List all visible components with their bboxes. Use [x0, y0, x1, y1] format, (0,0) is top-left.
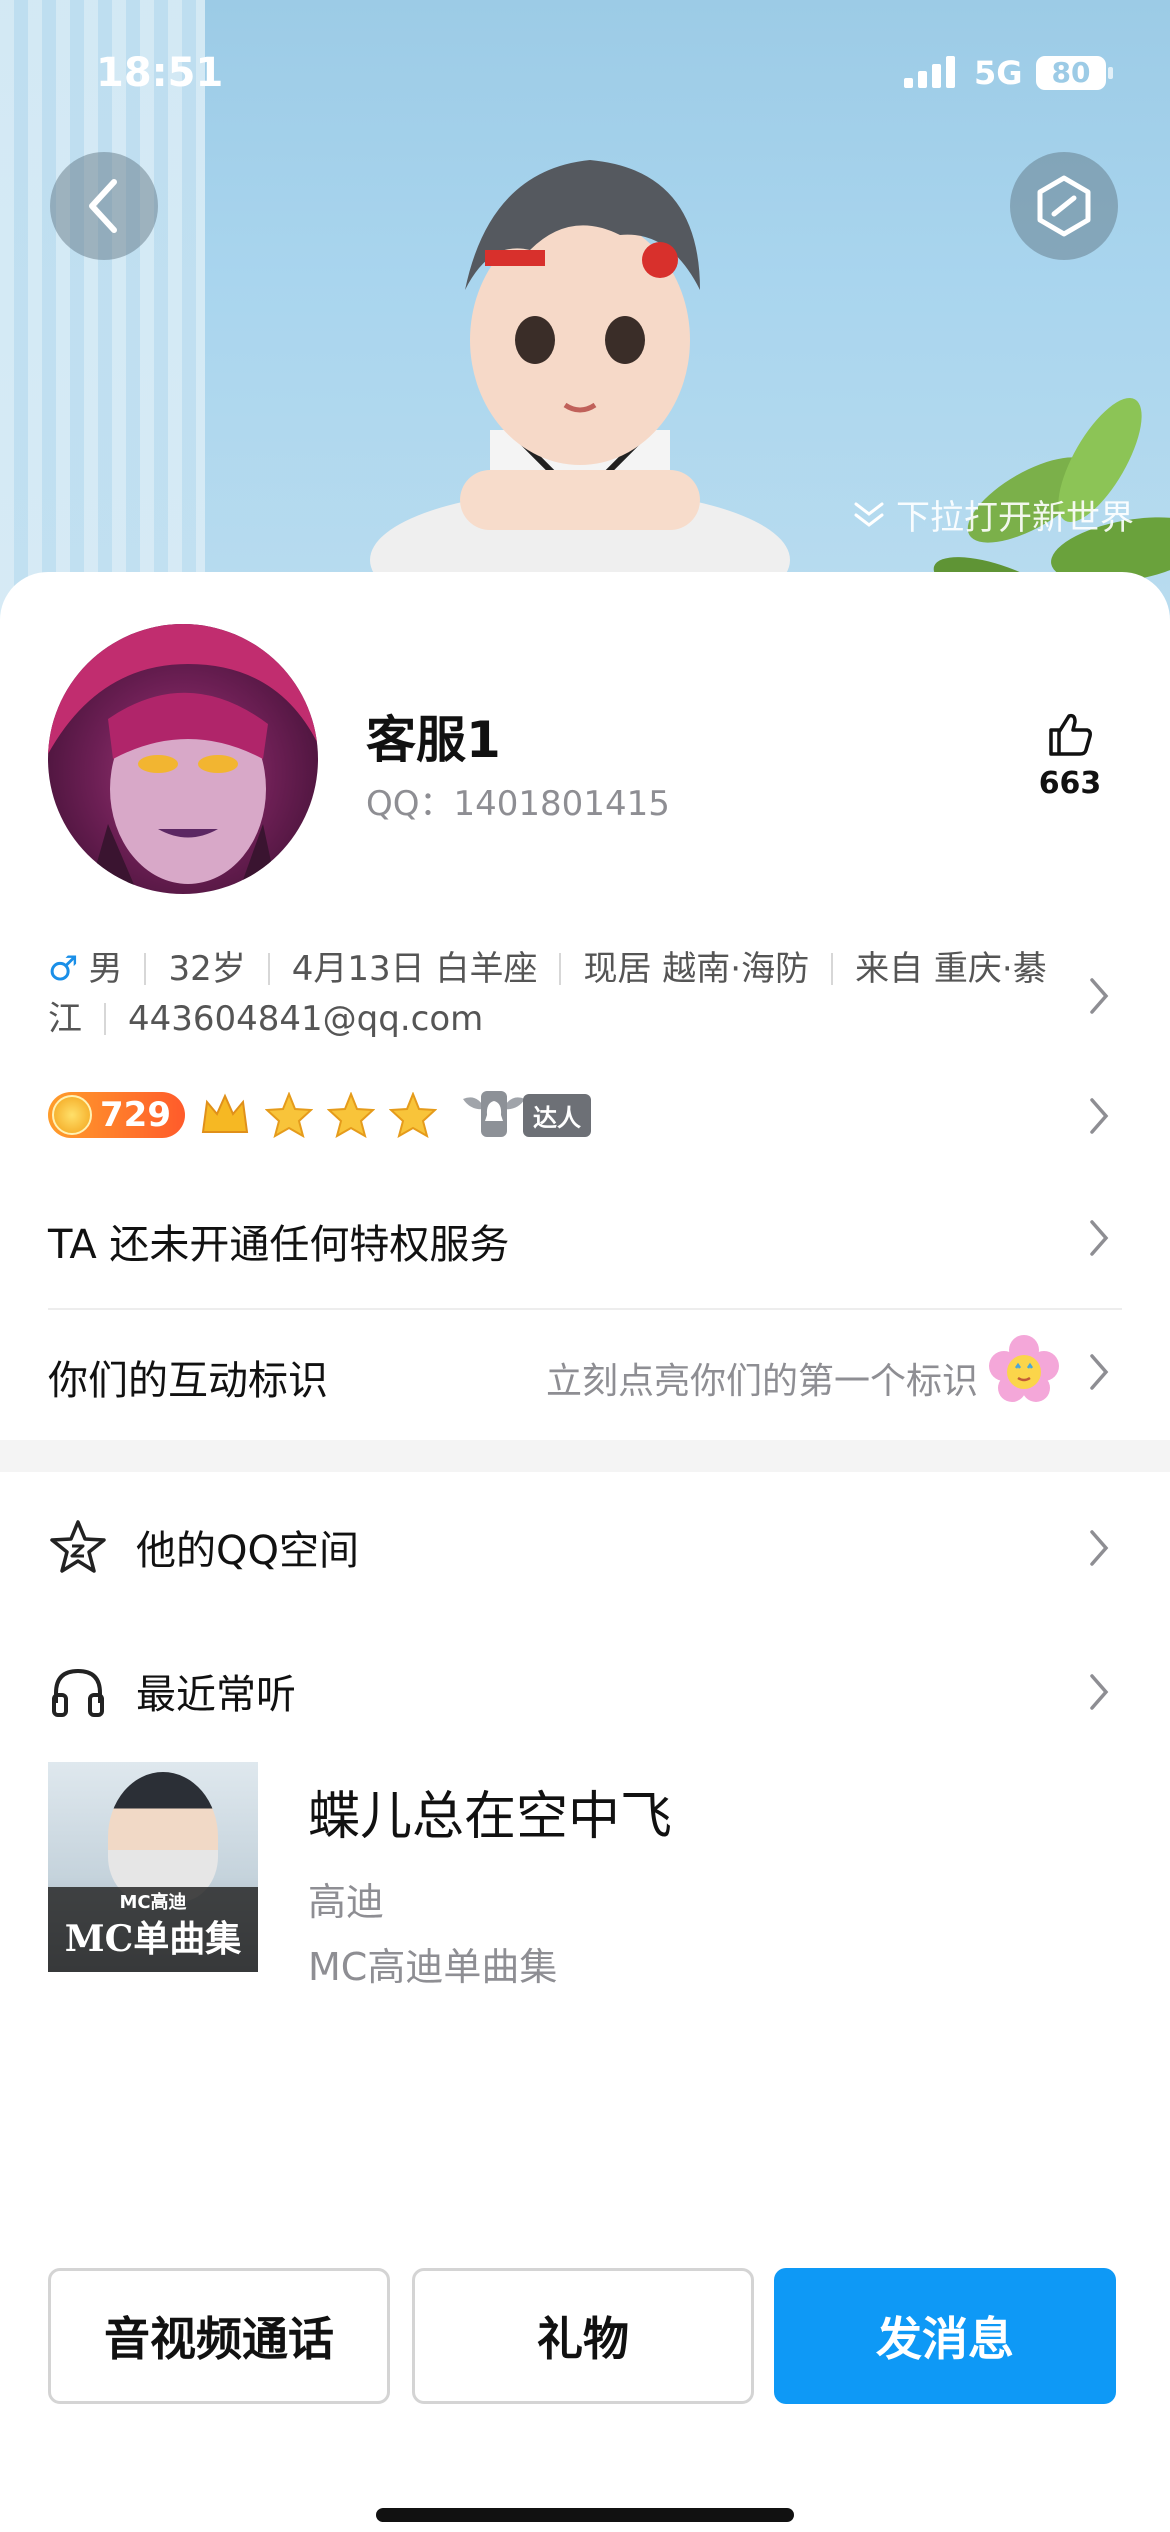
email: 443604841@qq.com	[128, 999, 484, 1039]
chevron-right-icon[interactable]	[1084, 1670, 1114, 1714]
interaction-hint: 立刻点亮你们的第一个标识	[546, 1361, 979, 1402]
album-cover-title-text: MC单曲集	[64, 1918, 242, 1960]
3d-avatar-image	[370, 160, 790, 580]
separator	[559, 953, 562, 985]
battery-tip	[1108, 67, 1113, 79]
song-meta: 蝶儿总在空中飞 高迪 MC高迪单曲集	[308, 1762, 672, 1991]
level-badge: 729	[48, 1092, 185, 1138]
level-value: 729	[100, 1095, 171, 1135]
status-bar: 18:51 5G 80	[0, 40, 1170, 100]
separator	[104, 1003, 106, 1035]
hexagon-icon	[1037, 175, 1091, 237]
chevron-right-icon[interactable]	[1084, 974, 1114, 1018]
status-time: 18:51	[96, 50, 224, 96]
chevron-right-icon[interactable]	[1084, 1216, 1114, 1260]
gift-button[interactable]: 礼物	[412, 2268, 754, 2404]
star-icon	[326, 1092, 375, 1138]
nickname: 客服1	[366, 711, 501, 769]
residence: 现居 越南·海防	[583, 949, 810, 989]
separator	[267, 953, 270, 985]
recent-music-row[interactable]: 最近常听	[48, 1662, 296, 1720]
avatar-illustration	[48, 624, 318, 894]
hexagon-cube-button[interactable]	[1010, 152, 1118, 260]
song-title: 蝶儿总在空中飞	[308, 1787, 673, 1847]
sun-level-icon	[52, 1095, 92, 1135]
profile-card: 客服1 QQ：1401801415 663 ♂ 男 32岁 4月13日 白羊座 现居 越…	[0, 572, 1170, 2532]
double-chevron-down-icon	[854, 502, 884, 527]
home-indicator[interactable]	[376, 2508, 794, 2522]
flower-mascot-icon	[989, 1335, 1059, 1402]
crown-icon	[201, 1093, 249, 1133]
birthday: 4月13日 白羊座	[291, 949, 538, 989]
like-button[interactable]: 663	[1030, 712, 1110, 801]
badge-row[interactable]: 729 达人	[48, 1080, 591, 1150]
recent-music-label: 最近常听	[136, 1672, 296, 1718]
gender: 男	[88, 949, 123, 989]
male-icon: ♂	[48, 949, 79, 989]
daren-label: 达人	[522, 1093, 591, 1137]
album-cover-person	[108, 1772, 218, 1902]
network-type: 5G	[974, 54, 1023, 92]
album-cover: MC高迪 MC单曲集	[48, 1762, 258, 1972]
privilege-status[interactable]: TA 还未开通任何特权服务	[48, 1212, 509, 1270]
star-outline-icon	[50, 1520, 106, 1573]
song-item[interactable]: MC高迪 MC单曲集 蝶儿总在空中飞 高迪 MC高迪单曲集	[48, 1762, 672, 1991]
signal-icon	[904, 56, 955, 88]
battery-icon: 80	[1036, 56, 1106, 90]
star-icon	[388, 1092, 437, 1138]
video-call-button[interactable]: 音视频通话	[48, 2268, 390, 2404]
chevron-left-icon	[89, 179, 117, 233]
thumbs-up-icon	[1049, 713, 1092, 756]
chevron-right-icon[interactable]	[1084, 1094, 1114, 1138]
like-count: 663	[1038, 766, 1102, 801]
chevron-right-icon[interactable]	[1084, 1350, 1114, 1394]
daren-badge: 达人	[459, 1085, 591, 1145]
separator	[831, 953, 834, 985]
basic-info[interactable]: ♂ 男 32岁 4月13日 白羊座 现居 越南·海防 来自 重庆·綦江 443604841@…	[48, 944, 1078, 1044]
cover-banner[interactable]: 18:51 5G 80 下拉打开新世界	[0, 0, 1170, 620]
interaction-marks-label[interactable]: 你们的互动标识	[48, 1348, 328, 1406]
back-button[interactable]	[50, 152, 158, 260]
pull-hint-text: 下拉打开新世界	[896, 498, 1134, 538]
qzone-label: 他的QQ空间	[136, 1528, 359, 1574]
separator	[144, 953, 147, 985]
age: 32岁	[168, 949, 246, 989]
pull-down-hint: 下拉打开新世界	[852, 490, 1134, 539]
send-message-button[interactable]: 发消息	[774, 2268, 1116, 2404]
song-artist: 高迪	[308, 1880, 385, 1924]
star-icon	[264, 1092, 313, 1138]
headphones-icon	[52, 1668, 104, 1717]
qzone-row[interactable]: 他的QQ空间	[48, 1518, 359, 1576]
avatar[interactable]	[48, 624, 318, 894]
chevron-right-icon[interactable]	[1084, 1526, 1114, 1570]
qq-number[interactable]: QQ：1401801415	[366, 776, 670, 825]
divider	[48, 1308, 1122, 1310]
winged-bell-icon	[462, 1091, 525, 1137]
song-album: MC高迪单曲集	[308, 1945, 558, 1989]
section-gap	[0, 1440, 1170, 1472]
